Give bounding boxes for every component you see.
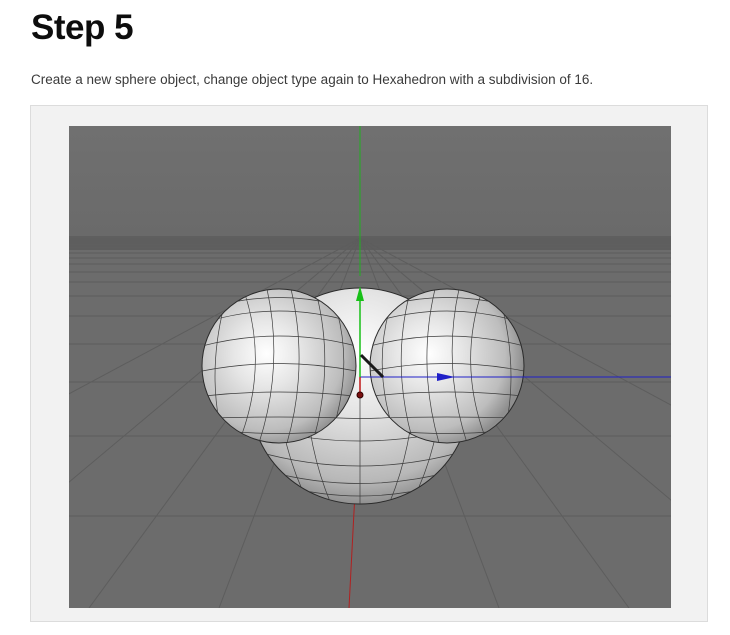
- step-title: Step 5: [31, 8, 134, 47]
- sky-background: [69, 126, 671, 238]
- object-origin-handle[interactable]: [356, 391, 364, 399]
- step-description: Create a new sphere object, change objec…: [31, 72, 594, 87]
- sphere-hexahedron-right[interactable]: [369, 288, 525, 444]
- viewport-render: [69, 126, 671, 608]
- 3d-viewport[interactable]: [69, 126, 671, 608]
- figure-frame: [30, 105, 708, 622]
- sphere-hexahedron-left[interactable]: [201, 288, 357, 444]
